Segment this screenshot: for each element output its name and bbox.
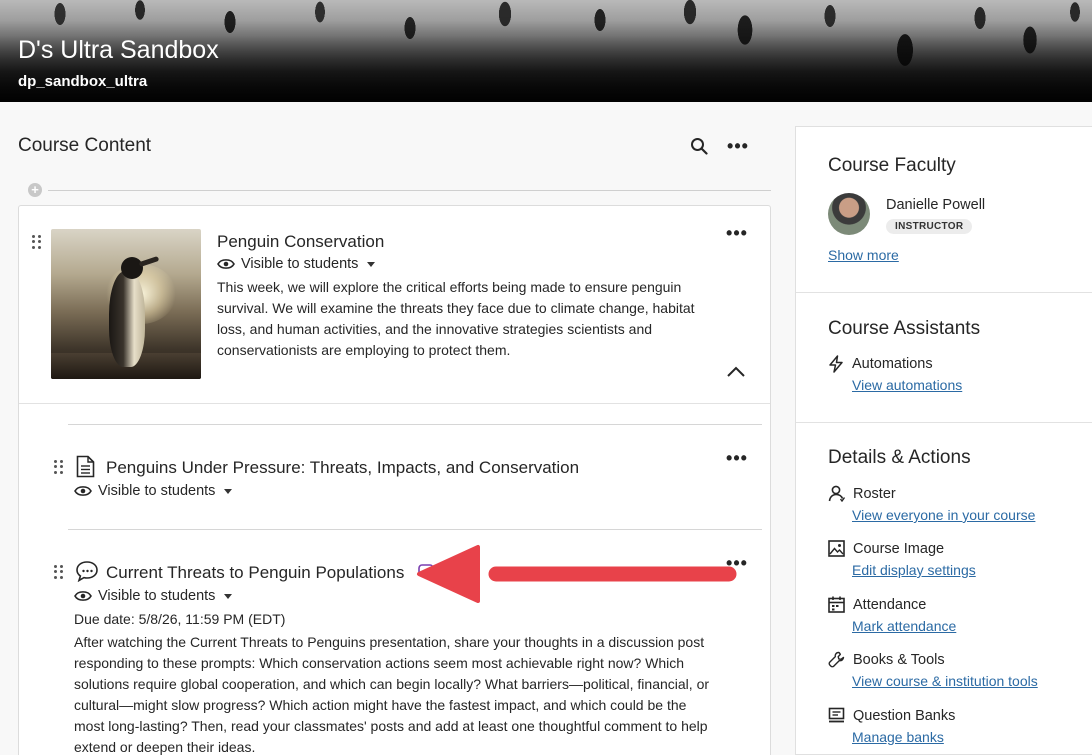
question-banks-item: Question Banks xyxy=(828,707,955,724)
lightning-icon xyxy=(829,355,843,373)
add-content-row[interactable]: + xyxy=(28,183,771,197)
chevron-down-icon xyxy=(367,261,376,267)
course-assistants-heading: Course Assistants xyxy=(828,318,981,339)
course-content-heading: Course Content xyxy=(18,135,152,156)
chevron-down-icon xyxy=(224,593,233,599)
course-image-item: Course Image xyxy=(828,540,944,557)
question-bank-icon xyxy=(828,707,845,723)
automations-item: Automations xyxy=(828,355,933,373)
wrench-icon xyxy=(828,651,845,668)
calendar-icon xyxy=(828,596,845,613)
drag-handle-icon[interactable] xyxy=(32,235,42,249)
view-roster-link[interactable]: View everyone in your course xyxy=(852,507,1035,523)
eye-icon xyxy=(74,486,92,496)
item-title-discussion[interactable]: Current Threats to Penguin Populations xyxy=(106,563,404,583)
module-visibility-dropdown[interactable]: Visible to students xyxy=(217,256,376,272)
learning-module: Penguin Conservation Visible to students… xyxy=(18,205,771,755)
manage-banks-link[interactable]: Manage banks xyxy=(852,729,944,745)
chevron-down-icon xyxy=(224,488,233,494)
roster-icon xyxy=(828,485,845,502)
module-description: This week, we will explore the critical … xyxy=(217,279,695,358)
more-options-icon: ••• xyxy=(726,448,748,468)
drag-handle-icon[interactable] xyxy=(54,460,64,474)
document-icon xyxy=(76,455,95,478)
discussion-description: After watching the Current Threats to Pe… xyxy=(74,634,710,755)
books-tools-item: Books & Tools xyxy=(828,651,945,668)
view-tools-link[interactable]: View course & institution tools xyxy=(852,673,1038,689)
more-options-icon: ••• xyxy=(727,136,749,156)
annotation-arrow-icon xyxy=(417,545,737,603)
drag-handle-icon[interactable] xyxy=(54,565,64,579)
content-more-options-button[interactable]: ••• xyxy=(726,134,750,158)
search-button[interactable] xyxy=(687,134,711,158)
visibility-label: Visible to students xyxy=(98,588,216,604)
eye-icon xyxy=(217,259,235,269)
course-faculty-heading: Course Faculty xyxy=(828,155,956,176)
attendance-item: Attendance xyxy=(828,596,926,613)
course-sidebar: Course Faculty Danielle Powell INSTRUCTO… xyxy=(795,126,1092,755)
edit-display-settings-link[interactable]: Edit display settings xyxy=(852,562,976,578)
visibility-label: Visible to students xyxy=(241,256,359,272)
item-more-options-button[interactable]: ••• xyxy=(725,448,749,468)
search-icon xyxy=(691,138,708,155)
plus-icon[interactable]: + xyxy=(28,183,42,197)
item-visibility-dropdown[interactable]: Visible to students xyxy=(74,483,233,499)
image-icon xyxy=(828,540,845,557)
course-title: D's Ultra Sandbox xyxy=(18,36,219,64)
course-id: dp_sandbox_ultra xyxy=(18,73,148,90)
course-banner: D's Ultra Sandbox dp_sandbox_ultra xyxy=(0,0,1092,102)
due-date: Due date: 5/8/26, 11:59 PM (EDT) xyxy=(74,611,286,627)
role-badge: INSTRUCTOR xyxy=(886,219,973,234)
view-automations-link[interactable]: View automations xyxy=(852,377,962,393)
mark-attendance-link[interactable]: Mark attendance xyxy=(852,618,956,634)
more-options-icon: ••• xyxy=(726,223,748,243)
discussion-icon xyxy=(76,561,98,582)
module-more-options-button[interactable]: ••• xyxy=(725,223,749,243)
module-title[interactable]: Penguin Conservation xyxy=(217,232,384,252)
item-visibility-dropdown[interactable]: Visible to students xyxy=(74,588,233,604)
eye-icon xyxy=(74,591,92,601)
module-thumbnail-image xyxy=(51,229,201,379)
roster-item: Roster xyxy=(828,485,896,502)
chevron-up-icon[interactable] xyxy=(725,362,747,380)
faculty-name[interactable]: Danielle Powell xyxy=(886,197,985,213)
visibility-label: Visible to students xyxy=(98,483,216,499)
avatar[interactable] xyxy=(828,193,870,235)
show-more-link[interactable]: Show more xyxy=(828,247,899,263)
item-title-document[interactable]: Penguins Under Pressure: Threats, Impact… xyxy=(106,458,579,478)
details-actions-heading: Details & Actions xyxy=(828,447,971,468)
